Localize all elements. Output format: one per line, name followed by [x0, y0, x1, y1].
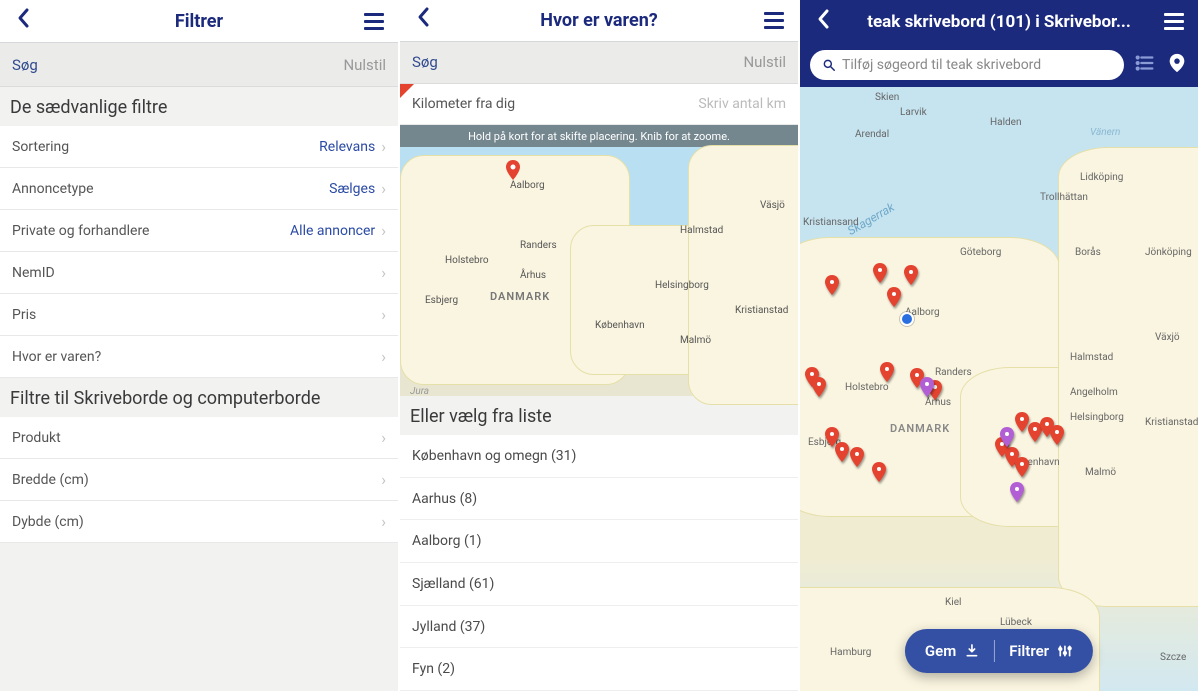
menu-icon[interactable] [760, 12, 788, 29]
back-icon[interactable] [10, 7, 38, 35]
chevron-right-icon: › [381, 512, 386, 531]
search-input[interactable]: Tilføj søgeord til teak skrivebord [810, 50, 1124, 80]
chevron-right-icon: › [381, 470, 386, 489]
page-title: Hvor er varen? [438, 10, 760, 31]
map-pin-icon[interactable] [1000, 427, 1014, 451]
map-pin-icon[interactable] [825, 275, 839, 299]
row-dybde[interactable]: Dybde (cm)› [0, 501, 398, 543]
map-hint: Hold på kort for at skifte placering. Kn… [400, 125, 798, 147]
list-item[interactable]: Aalborg (1) [400, 520, 798, 563]
chevron-right-icon: › [381, 305, 386, 324]
page-title: Filtrer [38, 11, 360, 32]
km-label: Kilometer fra dig [412, 96, 515, 112]
reset-link[interactable]: Nulstil [343, 56, 386, 74]
action-pill: Gem Filtrer [905, 629, 1093, 673]
row-produkt[interactable]: Produkt› [0, 417, 398, 459]
list-item[interactable]: Sjælland (61) [400, 563, 798, 606]
map-view-icon[interactable] [1166, 52, 1188, 78]
map-pin-icon[interactable] [1050, 425, 1064, 449]
map-pin-icon[interactable] [904, 265, 918, 289]
subbar: Søg Nulstil [400, 42, 798, 85]
menu-icon[interactable] [1160, 13, 1188, 30]
chevron-right-icon: › [381, 137, 386, 156]
map-pin-icon[interactable] [920, 377, 934, 401]
search-link[interactable]: Søg [12, 56, 38, 74]
map-pin-icon[interactable] [835, 442, 849, 466]
pane-results: teak skrivebord (101) i Skrivebor... Til… [800, 0, 1200, 691]
chevron-right-icon: › [381, 221, 386, 240]
row-sortering[interactable]: SorteringRelevans› [0, 126, 398, 168]
map-pin-icon[interactable] [1015, 412, 1029, 436]
list-item[interactable]: Jylland (37) [400, 606, 798, 649]
pane-location: Hvor er varen? Søg Nulstil Kilometer fra… [400, 0, 800, 691]
list-item[interactable]: Fyn (2) [400, 648, 798, 691]
list-item[interactable]: København og omegn (31) [400, 435, 798, 478]
row-nemid[interactable]: NemID› [0, 252, 398, 294]
km-placeholder: Skriv antal km [698, 96, 786, 112]
map-pin-icon[interactable] [872, 462, 886, 486]
map-pin-icon[interactable] [1010, 482, 1024, 506]
map-pin-icon[interactable] [873, 263, 887, 287]
results-map[interactable]: Skagerrak DANMARK Skien Larvik Arendal H… [800, 87, 1198, 691]
km-input-row[interactable]: Kilometer fra dig Skriv antal km [400, 84, 798, 125]
header: Hvor er varen? [400, 0, 798, 42]
row-bredde[interactable]: Bredde (cm)› [0, 459, 398, 501]
map-pin-icon[interactable] [850, 447, 864, 471]
search-bar: Tilføj søgeord til teak skrivebord [800, 43, 1198, 87]
map-pin-icon[interactable] [887, 287, 901, 311]
chevron-right-icon: › [381, 428, 386, 447]
download-icon [964, 643, 980, 659]
list-view-icon[interactable] [1134, 52, 1156, 78]
map-pin-icon[interactable] [812, 377, 826, 401]
page-title: teak skrivebord (101) i Skrivebor... [838, 12, 1160, 32]
search-link[interactable]: Søg [412, 53, 438, 71]
pane-filter: Filtrer Søg Nulstil De sædvanlige filtre… [0, 0, 400, 691]
section-header-usual: De sædvanlige filtre [0, 87, 398, 126]
back-icon[interactable] [810, 8, 838, 36]
location-map[interactable]: Hold på kort for at skifte placering. Kn… [400, 125, 798, 396]
section-header-category: Filtre til Skriveborde og computerborde [0, 378, 398, 417]
row-annoncetype[interactable]: AnnoncetypeSælges› [0, 168, 398, 210]
list-item[interactable]: Aarhus (8) [400, 478, 798, 521]
header: Filtrer [0, 0, 398, 43]
row-pris[interactable]: Pris› [0, 294, 398, 336]
sliders-icon [1057, 643, 1073, 659]
search-placeholder: Tilføj søgeord til teak skrivebord [842, 57, 1041, 73]
chevron-right-icon: › [381, 179, 386, 198]
header: teak skrivebord (101) i Skrivebor... [800, 0, 1198, 43]
subbar: Søg Nulstil [0, 43, 398, 87]
row-private[interactable]: Private og forhandlereAlle annoncer› [0, 210, 398, 252]
map-pin-icon[interactable] [880, 362, 894, 386]
reset-link[interactable]: Nulstil [743, 53, 786, 71]
filter-button[interactable]: Filtrer [1009, 642, 1073, 660]
current-location-dot [900, 312, 914, 326]
save-button[interactable]: Gem [925, 642, 980, 660]
menu-icon[interactable] [360, 13, 388, 30]
chevron-right-icon: › [381, 263, 386, 282]
corner-badge-icon [400, 84, 414, 98]
back-icon[interactable] [410, 6, 438, 34]
chevron-right-icon: › [381, 347, 386, 366]
map-pin-icon[interactable] [1015, 457, 1029, 481]
search-icon [822, 58, 836, 72]
row-location[interactable]: Hvor er varen?› [0, 336, 398, 378]
